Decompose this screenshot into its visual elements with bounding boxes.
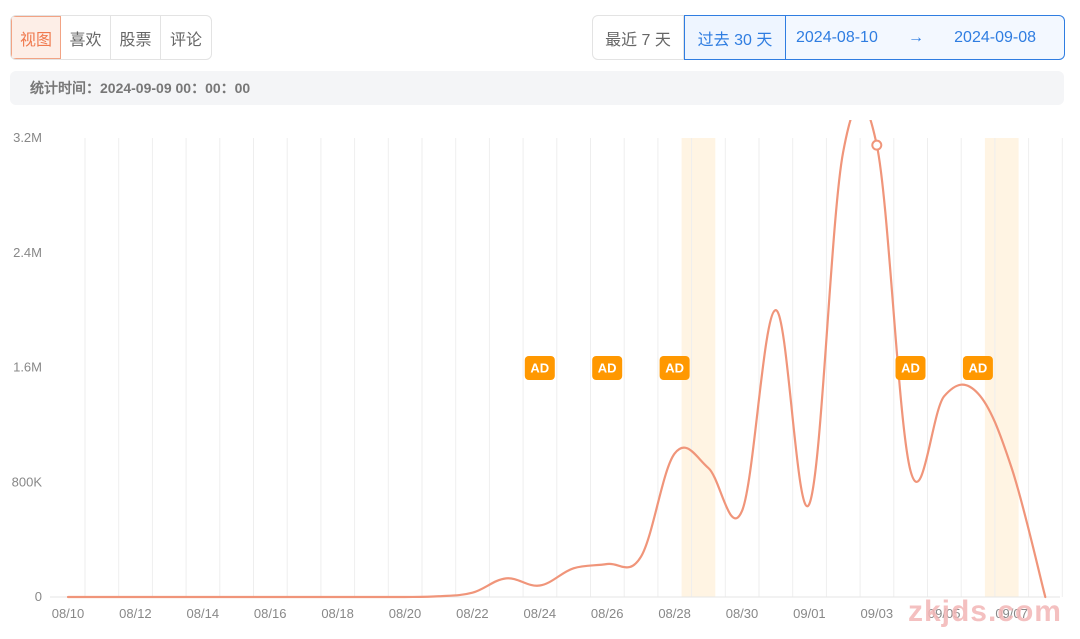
ad-badge-2: AD	[659, 356, 690, 380]
date-range-selector: 最近 7 天 过去 30 天 2024-08-10 → 2024-09-08	[592, 15, 1065, 60]
ad-badge-label: AD	[665, 361, 684, 376]
y-axis: 0 800K 1.6M 2.4M 3.2M	[12, 130, 43, 604]
y-tick-label-4: 3.2M	[13, 130, 42, 145]
x-tick-label-9: 08/28	[658, 606, 691, 621]
x-tick-label-0: 08/10	[52, 606, 85, 621]
y-tick-label-2: 1.6M	[13, 360, 42, 375]
ad-badge-0: AD	[524, 356, 555, 380]
x-tick-label-1: 08/12	[119, 606, 152, 621]
last-30-days-button[interactable]: 过去 30 天	[684, 15, 786, 60]
ad-badge-label: AD	[530, 361, 549, 376]
x-tick-label-11: 09/01	[793, 606, 826, 621]
x-tick-label-7: 08/24	[524, 606, 557, 621]
highlight-point	[871, 139, 883, 151]
x-tick-label-4: 08/18	[321, 606, 354, 621]
x-tick-label-3: 08/16	[254, 606, 287, 621]
views-line-chart: 0800K1.6M2.4M3.2M 08/10 08/12 08/14 08/16 08…	[12, 120, 1063, 621]
y-tick-label-1: 800K	[12, 474, 43, 489]
tab-comments[interactable]: 评论	[161, 16, 211, 59]
watermark: zkjds.com	[907, 595, 1062, 628]
ad-badge-label: AD	[969, 361, 988, 376]
ad-badge-4: AD	[962, 356, 993, 380]
ad-badge-1: AD	[592, 356, 623, 380]
x-tick-label-2: 08/14	[187, 606, 220, 621]
tab-views[interactable]: 视图	[11, 16, 61, 59]
tab-shares[interactable]: 股票	[111, 16, 161, 59]
stat-time-text: 统计时间：2024-09-09 00：00：00	[30, 80, 251, 96]
x-tick-label-12: 09/03	[861, 606, 894, 621]
x-tick-label-5: 08/20	[389, 606, 422, 621]
ad-badge-label: AD	[901, 361, 920, 376]
view-tabs: 视图 喜欢 股票 评论	[10, 15, 212, 60]
x-tick-label-10: 08/30	[726, 606, 759, 621]
ad-badge-label: AD	[598, 361, 617, 376]
start-date[interactable]: 2024-08-10	[796, 29, 878, 47]
arrow-right-icon: →	[908, 28, 924, 46]
tab-likes[interactable]: 喜欢	[61, 16, 111, 59]
x-tick-label-8: 08/26	[591, 606, 624, 621]
stat-time-bar: 统计时间：2024-09-09 00：00：00	[10, 71, 1064, 105]
x-axis: 08/10 08/12 08/14 08/16 08/18 08/20 08/22 08/24…	[52, 606, 1028, 621]
y-tick-label-0: 0	[35, 589, 42, 604]
ad-badge-3: AD	[895, 356, 926, 380]
end-date[interactable]: 2024-09-08	[954, 29, 1036, 47]
last-7-days-button[interactable]: 最近 7 天	[592, 15, 684, 60]
date-range-picker[interactable]: 2024-08-10 → 2024-09-08	[786, 15, 1065, 60]
y-tick-label-3: 2.4M	[13, 245, 42, 260]
x-tick-label-6: 08/22	[456, 606, 489, 621]
